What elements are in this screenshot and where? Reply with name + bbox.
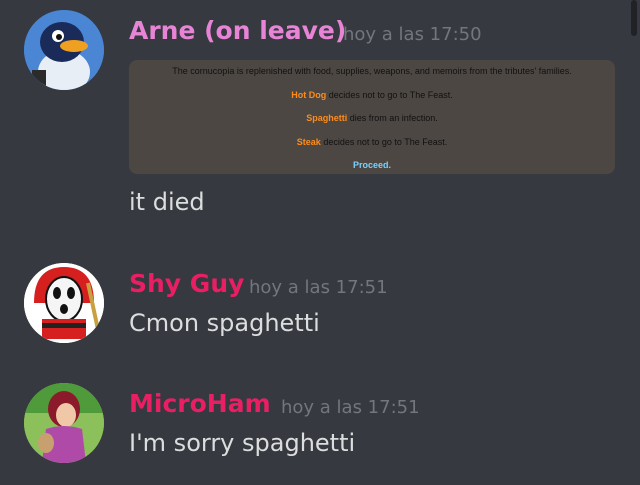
author-name[interactable]: Shy Guy [129,269,244,298]
author-name[interactable]: Arne (on leave) [129,16,346,45]
message-timestamp: hoy a las 17:51 [249,277,388,298]
avatar[interactable] [24,263,104,343]
message-text: Cmon spaghetti [129,309,320,337]
tribute-name: Steak [296,137,321,147]
avatar[interactable] [24,10,104,90]
message-timestamp: hoy a las 17:51 [281,397,420,418]
embed-intro: The cornucopia is replenished with food,… [172,66,572,76]
embed-event: Spaghetti dies from an infection. [129,113,615,123]
megara-avatar-icon [24,383,104,463]
event-text: decides not to go to The Feast. [328,90,453,100]
event-text: dies from an infection. [349,113,438,123]
message-text: I'm sorry spaghetti [129,429,356,457]
event-text: decides not to go to The Feast. [323,137,448,147]
message-group: MicroHam hoy a las 17:51 I'm sorry spagh… [0,380,625,480]
message-text: it died [129,188,205,216]
tribute-name: Spaghetti [306,113,348,123]
shy-guy-avatar-icon [24,263,104,343]
author-name[interactable]: MicroHam [129,389,271,418]
message-group: Shy Guy hoy a las 17:51 Cmon spaghetti [0,260,625,360]
avatar[interactable] [24,383,104,463]
message-group: Arne (on leave) hoy a las 17:50 The corn… [0,0,625,240]
proceed-link-wrap: Proceed. [129,160,615,170]
tribute-name: Hot Dog [291,90,327,100]
embed-event: Steak decides not to go to The Feast. [129,137,615,147]
penguin-avatar-icon [24,10,104,90]
game-embed: The cornucopia is replenished with food,… [129,60,615,174]
scrollbar[interactable] [631,0,637,36]
message-timestamp: hoy a las 17:50 [343,24,482,45]
proceed-link[interactable]: Proceed. [353,160,391,170]
embed-event: Hot Dog decides not to go to The Feast. [129,90,615,100]
